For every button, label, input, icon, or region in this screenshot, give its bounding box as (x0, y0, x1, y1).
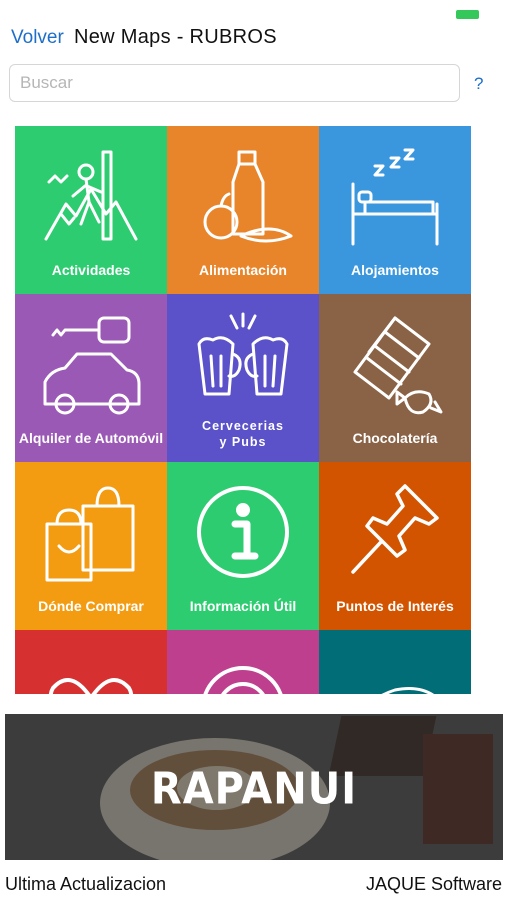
company-label: JAQUE Software (365, 874, 502, 894)
pushpin-icon (351, 484, 439, 574)
category-tile-wave[interactable] (319, 630, 471, 694)
search-input[interactable] (9, 64, 460, 102)
category-label: Alquiler de Automóvil (18, 430, 164, 446)
category-tile-alquiler-automovil[interactable]: Alquiler de Automóvil (15, 294, 167, 462)
category-label: Puntos de Interés (336, 598, 454, 614)
category-tile-donde-comprar[interactable]: Dónde Comprar (15, 462, 167, 630)
category-tile-actividades[interactable]: Actividades (15, 126, 167, 294)
category-label: Alojamientos (351, 262, 439, 278)
groceries-icon (203, 150, 293, 243)
category-tile-informacion-util[interactable]: Información Útil (167, 462, 319, 630)
category-tile-target[interactable] (167, 630, 319, 694)
category-tile-alojamientos[interactable]: Alojamientos (319, 126, 471, 294)
battery-icon (456, 10, 479, 19)
page-title: New Maps - RUBROS (74, 26, 277, 48)
target-icon (203, 666, 283, 694)
chocolate-icon (353, 316, 443, 415)
category-tile-health[interactable] (15, 630, 167, 694)
navigation-bar: Volver New Maps - RUBROS (0, 24, 507, 54)
wave-icon (381, 687, 434, 694)
category-label: Chocolatería (352, 430, 438, 446)
back-button[interactable]: Volver (11, 27, 64, 49)
help-button[interactable]: ? (474, 74, 483, 94)
category-tile-alimentacion[interactable]: Alimentación (167, 126, 319, 294)
last-update-label: Ultima Actualizacion (5, 874, 167, 894)
category-label: Dónde Comprar (38, 598, 144, 614)
car-key-icon (43, 316, 141, 415)
category-tile-cervecerias[interactable]: Cervecerias y Pubs (167, 294, 319, 462)
category-label: Cervecerias y Pubs (202, 419, 284, 449)
category-tile-chocolateria[interactable]: Chocolatería (319, 294, 471, 462)
category-label: Información Útil (189, 598, 297, 614)
heart-icon (48, 678, 134, 694)
banner-brand: RAPANUI (150, 763, 358, 815)
category-label: Alimentación (199, 262, 287, 278)
hiker-icon (44, 150, 138, 241)
category-label: Actividades (51, 262, 131, 278)
shopping-bag-icon (45, 486, 135, 582)
category-grid: Actividades Alimentación Alojamientos Al… (15, 126, 493, 694)
promo-banner[interactable]: RAPANUI (5, 714, 503, 860)
category-tile-puntos-interes[interactable]: Puntos de Interés (319, 462, 471, 630)
info-icon (197, 486, 289, 578)
bed-icon (351, 148, 439, 246)
beer-mugs-icon (197, 312, 289, 396)
